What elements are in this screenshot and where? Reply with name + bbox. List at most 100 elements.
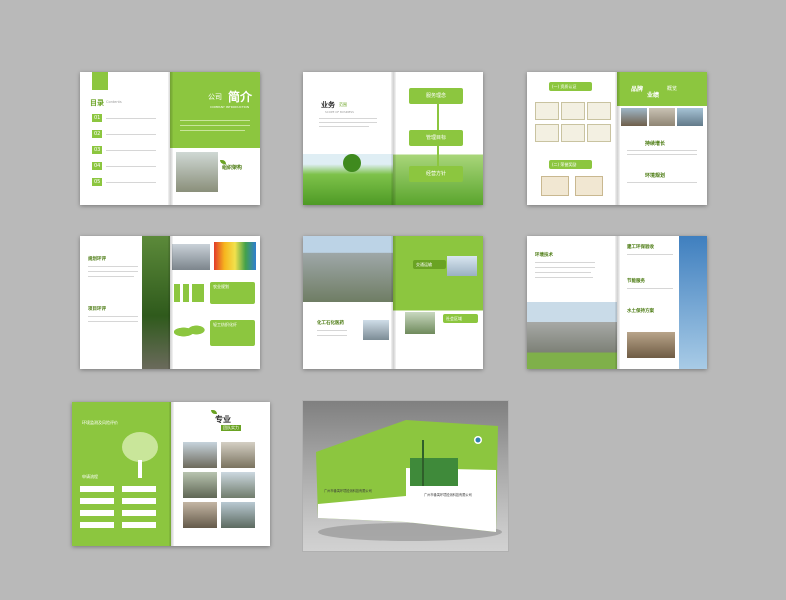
city-aerial-photo	[303, 236, 393, 302]
scope-title-en: SCOPE OF BUSINESS	[325, 110, 354, 114]
text-line	[180, 130, 245, 131]
project-photo	[677, 108, 703, 126]
intro-title-b: 简介	[228, 90, 253, 104]
honor-tab: (二) 荣誉奖励	[549, 160, 592, 169]
cover-company-name: 广州市番禺环境检测科技有限公司	[424, 493, 472, 497]
industry-photo	[172, 244, 210, 270]
scope-title-b: 范围	[339, 102, 347, 107]
process-step	[80, 510, 114, 516]
spine-shadow	[615, 236, 620, 369]
text-line	[627, 254, 673, 255]
text-line	[535, 277, 593, 278]
assessment-page: 规划环评 项目环评	[80, 236, 170, 369]
intro-title-a: 公司	[208, 93, 222, 101]
toc-number: 01	[92, 114, 103, 122]
text-line	[627, 154, 697, 155]
text-line	[317, 335, 347, 336]
sector-item: 轻工纺织化纤	[210, 320, 255, 346]
text-line	[88, 266, 138, 267]
cert-tab: (一) 资质认证	[549, 82, 592, 91]
text-line	[180, 125, 250, 126]
technology-left-page: 环境技术	[527, 236, 617, 369]
intro-subtitle-en: COMPANY INTRODUCTION	[210, 105, 250, 109]
cover-mockup-panel: 广州市番禺环境检测科技有限公司 广州市番禺环境检测科技有限公司	[302, 400, 509, 552]
project-photo	[649, 108, 675, 126]
building-photo	[176, 152, 218, 192]
industries-left-page: 化工石化医药	[303, 236, 393, 369]
toc-line	[106, 182, 156, 183]
certificate-image	[561, 102, 585, 120]
technology-item: 建工环保验收	[627, 245, 654, 250]
assessment-item: 项目环评	[88, 307, 106, 312]
value-box: 管理目标	[409, 130, 463, 146]
technology-right-page: 建工环保验收 节能服务 水土保持方案	[617, 236, 707, 369]
forest-photo	[142, 236, 170, 369]
project-photo	[621, 108, 647, 126]
pipes-photo	[627, 332, 675, 358]
text-line	[535, 272, 591, 273]
wind-turbine-photo	[679, 236, 707, 369]
spine-shadow	[169, 402, 174, 546]
toc-number: 02	[92, 130, 103, 138]
toc-line	[106, 118, 156, 119]
tab-marker	[92, 72, 108, 90]
certifications-page: (一) 资质认证 (二) 荣誉奖励	[527, 72, 617, 205]
text-line	[627, 150, 697, 151]
team-photo	[183, 472, 217, 498]
tree-photo	[343, 154, 361, 172]
industry-item: 交通运输	[413, 260, 446, 269]
text-line	[319, 118, 377, 119]
team-photo	[221, 472, 255, 498]
text-line	[627, 288, 673, 289]
world-map-graphic	[174, 322, 206, 342]
team-title-a: 专业	[215, 415, 231, 424]
brochure-spread-contents: 目录 Contents 01 02 03 04 05 公司 简介 COMPANY…	[80, 72, 260, 205]
text-line	[317, 330, 347, 331]
toc-number: 03	[92, 146, 103, 154]
cover-company-name-back: 广州市番禺环境检测科技有限公司	[324, 489, 372, 493]
leaf-icon	[220, 160, 226, 164]
industry-item: 化工石化医药	[317, 321, 344, 326]
team-photo	[221, 442, 255, 468]
refinery-photo	[527, 302, 617, 369]
brochure-spread-certifications: (一) 资质认证 (二) 荣誉奖励 品牌 业绩 概览 持续增长 环境规划	[527, 72, 707, 205]
team-title-b: 团队实力	[221, 425, 241, 431]
industry-item: 社会区域	[443, 314, 478, 323]
city-skyline-photo	[410, 458, 458, 486]
process-step	[80, 522, 114, 528]
cover-brochure-graphic	[316, 420, 502, 541]
brand-item: 环境规划	[645, 173, 666, 179]
business-scope-page: 业务 范围 SCOPE OF BUSINESS	[303, 72, 393, 205]
section-label-org: 组织架构	[222, 165, 243, 171]
toc-title-en: Contents	[106, 100, 122, 104]
certificate-image	[535, 124, 559, 142]
brand-title-a: 品牌	[631, 86, 644, 93]
certificate-image	[587, 124, 611, 142]
process-step	[122, 486, 156, 492]
value-box: 服务理念	[409, 88, 463, 104]
brand-title-c: 概览	[667, 86, 678, 92]
brochure-spread-business-scope: 业务 范围 SCOPE OF BUSINESS 服务理念 管理目标 经营方针	[303, 72, 483, 205]
spine-shadow	[391, 72, 396, 205]
text-line	[627, 182, 697, 183]
tree-graphic	[122, 432, 158, 462]
process-step	[80, 498, 114, 504]
text-line	[319, 122, 377, 123]
brochure-spread-technology: 环境技术 建工环保验收 节能服务 水土保持方案	[527, 236, 707, 369]
brand-title-b: 业绩	[647, 92, 660, 99]
toc-line	[106, 166, 156, 167]
toc-line	[106, 150, 156, 151]
text-line	[319, 126, 369, 127]
toc-number: 05	[92, 178, 103, 186]
honor-image	[541, 176, 569, 196]
leaf-icon	[211, 410, 217, 414]
color-samples-photo	[214, 242, 256, 270]
text-line	[535, 262, 595, 263]
spine-shadow	[391, 236, 396, 369]
certificate-image	[587, 102, 611, 120]
text-line	[180, 120, 250, 121]
text-line	[88, 276, 134, 277]
company-intro-page: 公司 简介 COMPANY INTRODUCTION 组织架构	[170, 72, 260, 205]
brand-page: 品牌 业绩 概览 持续增长 环境规划	[617, 72, 707, 205]
certificate-image	[561, 124, 585, 142]
